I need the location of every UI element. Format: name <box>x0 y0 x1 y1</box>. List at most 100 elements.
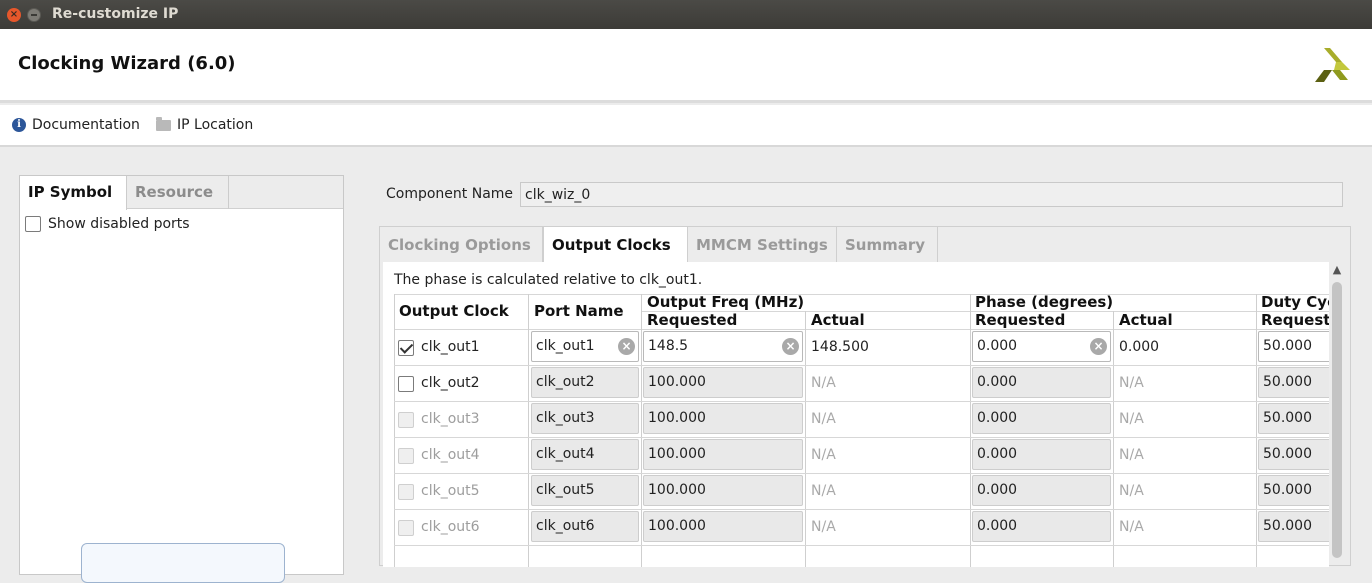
header-phase: Phase (degrees) <box>975 293 1114 311</box>
port-name-field[interactable]: clk_out5 <box>531 475 639 506</box>
grid-line <box>805 311 806 567</box>
phase-requested-field[interactable]: 0.000 <box>972 403 1111 434</box>
freq-actual-value: N/A <box>811 411 836 427</box>
tab-clocking-options[interactable]: Clocking Options <box>380 227 543 262</box>
freq-actual-value: 148.500 <box>811 339 869 355</box>
duty-cycle-field[interactable]: 50.000 <box>1258 439 1329 470</box>
documentation-label: Documentation <box>32 117 140 133</box>
phase-requested-field[interactable]: 0.000 <box>972 367 1111 398</box>
phase-requested-field[interactable]: 0.000 <box>972 511 1111 542</box>
freq-requested-field[interactable]: 100.000 <box>643 367 803 398</box>
tab-summary[interactable]: Summary <box>837 227 938 262</box>
toolbar: i Documentation IP Location <box>0 105 1372 147</box>
page-title: Clocking Wizard (6.0) <box>18 53 236 74</box>
clk-out-label: clk_out5 <box>421 483 480 499</box>
ip-location-button[interactable]: IP Location <box>156 116 253 133</box>
clk-out-1-checkbox[interactable] <box>398 340 414 356</box>
documentation-button[interactable]: i Documentation <box>12 117 140 133</box>
table-row-divider <box>394 401 1329 402</box>
phase-note: The phase is calculated relative to clk_… <box>394 272 703 288</box>
logo-top-shape <box>1324 48 1342 62</box>
minimize-window-button[interactable] <box>27 8 41 22</box>
grid-line <box>394 294 395 567</box>
duty-cycle-field[interactable]: 50.000 <box>1258 475 1329 506</box>
clk-out-label: clk_out2 <box>421 375 480 391</box>
info-icon: i <box>12 118 26 132</box>
header-phase-actual: Actual <box>1119 311 1173 329</box>
scroll-up-arrow-icon[interactable]: ▲ <box>1331 264 1343 276</box>
port-name-field[interactable]: clk_out4 <box>531 439 639 470</box>
clear-icon[interactable]: × <box>618 338 635 355</box>
component-name-field[interactable] <box>520 182 1343 207</box>
freq-requested-field[interactable]: 100.000 <box>643 511 803 542</box>
header-freq-requested: Requested <box>647 311 738 329</box>
header: Clocking Wizard (6.0) <box>0 29 1372 103</box>
tab-mmcm-settings[interactable]: MMCM Settings <box>688 227 837 262</box>
freq-actual-value: N/A <box>811 375 836 391</box>
duty-cycle-field[interactable]: 50.000 <box>1258 403 1329 434</box>
table-row-divider <box>394 473 1329 474</box>
phase-actual-value: N/A <box>1119 483 1144 499</box>
table-row-divider <box>394 365 1329 366</box>
grid-line <box>970 294 971 567</box>
phase-requested-field[interactable]: 0.000 <box>972 439 1111 470</box>
duty-cycle-field[interactable]: 50.000 <box>1258 511 1329 542</box>
vertical-scrollbar[interactable] <box>1332 282 1342 558</box>
table-row-divider <box>394 437 1329 438</box>
show-disabled-ports-label: Show disabled ports <box>48 216 190 232</box>
phase-actual-value: N/A <box>1119 375 1144 391</box>
tab-ip-symbol[interactable]: IP Symbol <box>20 176 127 210</box>
show-disabled-ports-option[interactable]: Show disabled ports <box>25 216 190 232</box>
duty-cycle-field[interactable]: 50.000 <box>1258 367 1329 398</box>
output-clocks-table: Output Clock Port Name Output Freq (MHz)… <box>394 293 1329 567</box>
clk-out-2-checkbox[interactable] <box>398 376 414 392</box>
clk-out-label: clk_out6 <box>421 519 480 535</box>
freq-requested-field[interactable]: 100.000 <box>643 439 803 470</box>
clk-out-4-checkbox <box>398 448 414 464</box>
freq-requested-field[interactable]: 148.5 <box>643 331 803 362</box>
clear-icon[interactable]: × <box>1090 338 1107 355</box>
header-output-clock: Output Clock <box>399 302 509 320</box>
header-phase-requested: Requested <box>975 311 1066 329</box>
clk-out-5-checkbox <box>398 484 414 500</box>
clk-out-3-checkbox <box>398 412 414 428</box>
port-name-field[interactable]: clk_out6 <box>531 511 639 542</box>
logo-mid-shape <box>1332 70 1348 80</box>
header-duty-requested: Requeste <box>1261 311 1329 329</box>
grid-line <box>394 294 1329 295</box>
freq-actual-value: N/A <box>811 447 836 463</box>
table-row-divider <box>394 545 1329 546</box>
window-title: Re-customize IP <box>52 6 179 22</box>
clear-icon[interactable]: × <box>782 338 799 355</box>
ip-symbol-block <box>81 543 285 583</box>
clk-out-6-checkbox <box>398 520 414 536</box>
phase-actual-value: N/A <box>1119 519 1144 535</box>
grid-line <box>1113 311 1114 567</box>
close-window-button[interactable]: × <box>7 8 21 22</box>
logo-right-shape <box>1334 62 1350 70</box>
phase-actual-value: N/A <box>1119 447 1144 463</box>
tab-output-clocks[interactable]: Output Clocks <box>543 227 688 263</box>
xilinx-logo <box>1315 48 1350 82</box>
table-row-divider <box>394 509 1329 510</box>
grid-line <box>1256 294 1257 567</box>
phase-requested-field[interactable]: 0.000 <box>972 475 1111 506</box>
phase-actual-value: N/A <box>1119 411 1144 427</box>
freq-requested-field[interactable]: 100.000 <box>643 403 803 434</box>
clk-out-label: clk_out3 <box>421 411 480 427</box>
show-disabled-ports-checkbox[interactable] <box>25 216 41 232</box>
configuration-panel: Clocking Options Output Clocks MMCM Sett… <box>379 226 1351 567</box>
header-duty-cycle: Duty Cyc <box>1261 293 1329 311</box>
port-name-field[interactable]: clk_out3 <box>531 403 639 434</box>
freq-requested-field[interactable]: 100.000 <box>643 475 803 506</box>
grid-line <box>641 294 642 567</box>
window-titlebar: × Re-customize IP <box>0 0 1372 29</box>
tab-resource[interactable]: Resource <box>127 176 229 209</box>
header-port-name: Port Name <box>534 302 624 320</box>
ip-symbol-panel: IP Symbol Resource Show disabled ports <box>19 175 344 583</box>
duty-cycle-field[interactable]: 50.000 <box>1258 331 1329 362</box>
clk-out-label: clk_out4 <box>421 447 480 463</box>
port-name-field[interactable]: clk_out2 <box>531 367 639 398</box>
logo-bottom-shape <box>1315 70 1332 82</box>
clk-out-label: clk_out1 <box>421 339 480 355</box>
